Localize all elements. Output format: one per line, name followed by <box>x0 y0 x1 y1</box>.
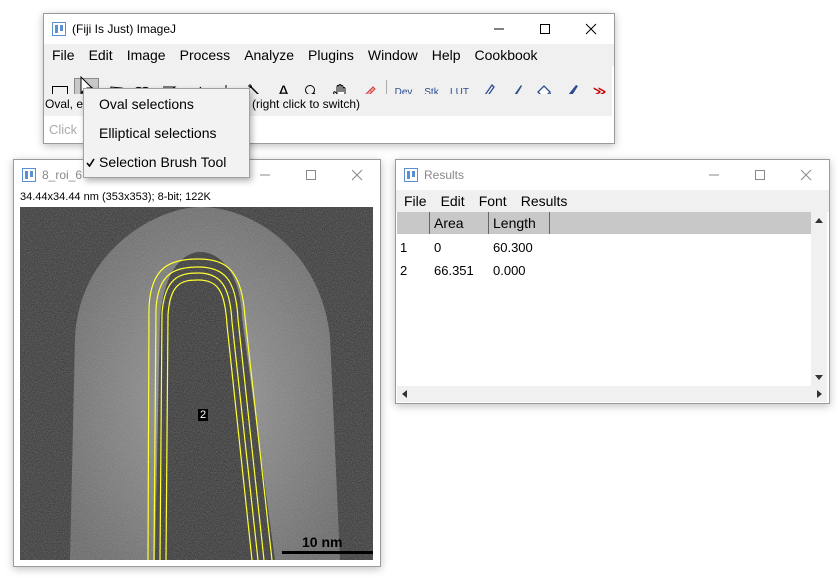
imagej-menubar: File Edit Image Process Analyze Plugins … <box>44 44 614 66</box>
checkmark-icon <box>86 158 95 167</box>
table-row[interactable]: 1 0 60.300 <box>397 240 811 260</box>
hint-text: Click <box>49 122 78 137</box>
menu-analyze[interactable]: Analyze <box>237 47 301 63</box>
oval-tool-dropdown: Oval selections Elliptical selections Se… <box>83 88 250 178</box>
roi-label: 2 <box>198 409 209 421</box>
menu-help[interactable]: Help <box>425 47 468 63</box>
scale-bar-label: 10 nm <box>302 534 343 550</box>
menu-item-label: Oval selections <box>99 96 194 112</box>
close-button[interactable] <box>334 160 380 190</box>
results-menu-results[interactable]: Results <box>514 193 575 209</box>
results-menubar: File Edit Font Results <box>396 190 829 212</box>
menu-item-label: Elliptical selections <box>99 125 217 141</box>
menu-edit[interactable]: Edit <box>82 47 120 63</box>
results-titlebar[interactable]: Results <box>396 160 829 190</box>
menu-item-label: Selection Brush Tool <box>99 154 227 170</box>
image-canvas[interactable]: 2 10 nm <box>20 207 373 560</box>
maximize-button[interactable] <box>288 160 334 190</box>
status-text-suffix: (right click to switch) <box>252 97 361 111</box>
menu-item-oval-selections[interactable]: Oval selections <box>84 90 249 118</box>
cell-length: 60.300 <box>493 240 533 255</box>
minimize-button[interactable] <box>691 160 737 190</box>
menu-process[interactable]: Process <box>173 47 238 63</box>
menu-item-elliptical-selections[interactable]: Elliptical selections <box>84 119 249 147</box>
menu-item-selection-brush[interactable]: Selection Brush Tool <box>84 148 249 176</box>
fiji-logo-icon <box>22 168 36 182</box>
menu-plugins[interactable]: Plugins <box>301 47 361 63</box>
status-text-prefix: Oval, e <box>45 97 84 111</box>
row-index: 2 <box>400 263 408 278</box>
results-menu-edit[interactable]: Edit <box>434 193 472 209</box>
menu-cookbook[interactable]: Cookbook <box>468 47 545 63</box>
results-window[interactable]: Results File Edit Font Results Area Leng… <box>395 159 830 404</box>
horizontal-scrollbar[interactable] <box>397 386 827 402</box>
maximize-button[interactable] <box>737 160 783 190</box>
menu-image[interactable]: Image <box>120 47 173 63</box>
maximize-button[interactable] <box>522 14 568 44</box>
table-header: Area Length <box>397 212 811 234</box>
header-index[interactable] <box>397 212 430 234</box>
cell-area: 66.351 <box>434 263 474 278</box>
results-menu-font[interactable]: Font <box>472 193 514 209</box>
minimize-button[interactable] <box>476 14 522 44</box>
menu-file[interactable]: File <box>45 47 82 63</box>
results-menu-file[interactable]: File <box>397 193 434 209</box>
fiji-logo-icon <box>52 22 66 36</box>
image-info: 34.44x34.44 nm (353x353); 8-bit; 122K <box>20 191 211 203</box>
imagej-title: (Fiji Is Just) ImageJ <box>72 22 177 36</box>
cell-length: 0.000 <box>493 263 526 278</box>
cell-area: 0 <box>434 240 442 255</box>
row-index: 1 <box>400 240 408 255</box>
fiji-logo-icon <box>404 168 418 182</box>
header-area[interactable]: Area <box>430 212 489 234</box>
close-button[interactable] <box>783 160 829 190</box>
vertical-scrollbar[interactable] <box>811 212 827 386</box>
scale-bar <box>282 551 373 554</box>
imagej-titlebar[interactable]: (Fiji Is Just) ImageJ <box>44 14 614 44</box>
image-window[interactable]: 8_roi_6 34.44x34.44 nm (353x353); 8-bit;… <box>13 159 381 567</box>
menu-window[interactable]: Window <box>361 47 425 63</box>
close-button[interactable] <box>568 14 614 44</box>
table-row[interactable]: 2 66.351 0.000 <box>397 263 811 283</box>
header-length[interactable]: Length <box>489 212 550 234</box>
results-table[interactable]: Area Length 1 0 60.300 2 66.351 0.000 <box>397 212 811 386</box>
results-title: Results <box>424 168 465 182</box>
